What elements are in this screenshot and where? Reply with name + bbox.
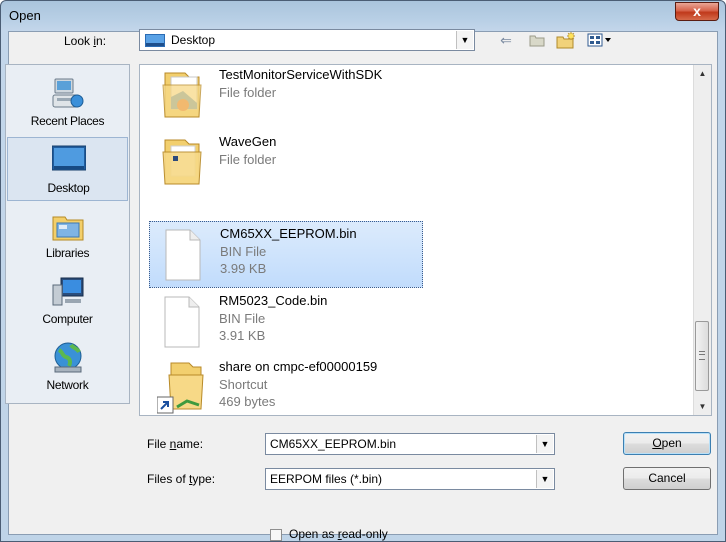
scrollbar-thumb[interactable] — [695, 321, 709, 391]
up-folder-icon[interactable] — [527, 30, 547, 50]
scroll-down-icon[interactable]: ▼ — [694, 398, 711, 415]
network-icon — [54, 342, 82, 373]
folder-icon — [162, 72, 202, 118]
place-label: Libraries — [45, 246, 90, 260]
places-bar: Recent Places Desktop Libraries Computer… — [5, 64, 130, 404]
file-name-label: File name: — [147, 437, 204, 451]
file-icon — [165, 229, 201, 281]
file-icon — [164, 296, 200, 348]
place-network[interactable]: Network — [7, 335, 128, 399]
list-item[interactable]: RM5023_Code.bin BIN File 3.91 KB — [149, 289, 423, 356]
chevron-down-icon[interactable]: ▼ — [536, 435, 553, 453]
cancel-button[interactable]: Cancel — [623, 467, 711, 490]
file-list: TestMonitorServiceWithSDK File folder Wa… — [139, 64, 712, 416]
look-in-combo[interactable]: Desktop ▼ — [139, 29, 475, 51]
close-icon: x — [693, 3, 701, 19]
file-type-label: Files of type: — [147, 472, 216, 486]
file-name-input[interactable]: CM65XX_EEPROM.bin — [270, 437, 396, 451]
place-label: Computer — [42, 312, 93, 326]
chevron-down-icon[interactable]: ▼ — [456, 31, 473, 49]
place-libraries[interactable]: Libraries — [7, 203, 128, 267]
place-recent-places[interactable]: Recent Places — [7, 71, 128, 135]
views-menu-icon[interactable] — [585, 30, 615, 50]
list-item-selected[interactable]: CM65XX_EEPROM.bin BIN File 3.99 KB — [149, 221, 423, 288]
place-label: Network — [46, 378, 89, 392]
title-bar[interactable]: Open x — [1, 1, 725, 31]
back-arrow-icon[interactable]: ⇐ — [496, 30, 516, 50]
computer-icon — [52, 277, 84, 306]
window-title: Open — [9, 8, 41, 23]
look-in-label: Look in: — [64, 34, 107, 48]
libraries-icon — [52, 216, 84, 241]
place-label: Desktop — [47, 181, 90, 195]
read-only-checkbox[interactable] — [270, 529, 282, 541]
place-computer[interactable]: Computer — [7, 269, 128, 333]
list-item[interactable]: share on cmpc-ef00000159 Shortcut 469 by… — [149, 355, 423, 415]
grip-icon — [699, 351, 705, 360]
open-button[interactable]: Open — [623, 432, 711, 455]
recent-places-icon — [52, 78, 84, 108]
file-name-combo[interactable]: CM65XX_EEPROM.bin ▼ — [265, 433, 555, 455]
scroll-up-icon[interactable]: ▲ — [694, 65, 711, 82]
new-folder-icon[interactable] — [556, 30, 576, 50]
close-button[interactable]: x — [675, 2, 719, 21]
chevron-down-icon[interactable]: ▼ — [536, 470, 553, 488]
shortcut-folder-icon — [157, 362, 204, 414]
folder-icon — [162, 139, 202, 185]
list-item[interactable]: TestMonitorServiceWithSDK File folder — [149, 65, 423, 130]
place-desktop[interactable]: Desktop — [7, 137, 128, 201]
read-only-label[interactable]: Open as read-only — [289, 527, 388, 541]
vertical-scrollbar[interactable]: ▲ ▼ — [693, 65, 711, 415]
desktop-icon — [52, 145, 86, 171]
file-type-combo[interactable]: EERPOM files (*.bin) ▼ — [265, 468, 555, 490]
file-type-value: EERPOM files (*.bin) — [270, 472, 383, 486]
look-in-value: Desktop — [171, 33, 216, 47]
desktop-icon — [145, 34, 165, 47]
place-label: Recent Places — [30, 114, 105, 128]
list-item[interactable]: WaveGen File folder — [149, 130, 423, 197]
